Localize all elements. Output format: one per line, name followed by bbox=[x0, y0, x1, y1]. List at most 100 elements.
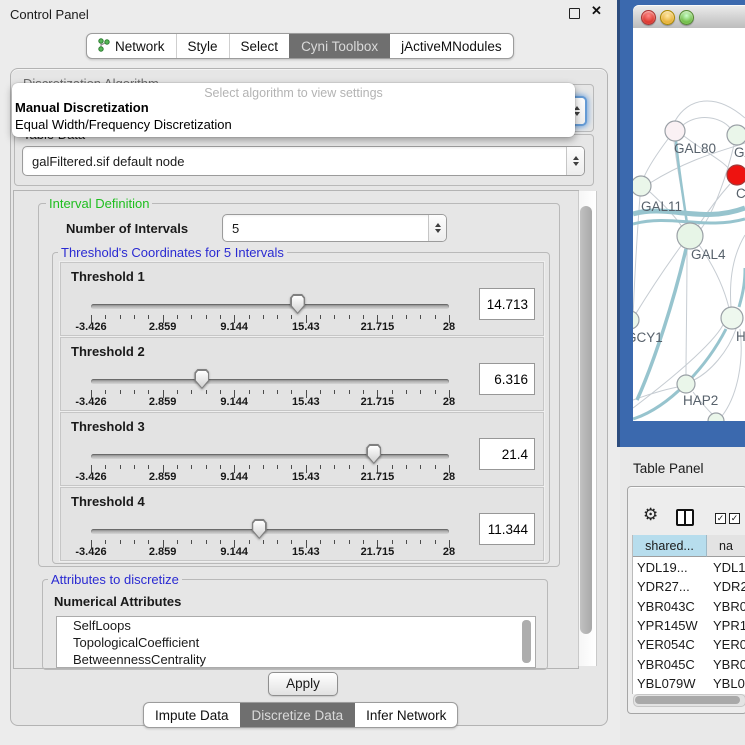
table-horizontal-scrollbar-thumb[interactable] bbox=[635, 696, 740, 704]
algorithm-option[interactable]: Equal Width/Frequency Discretization bbox=[15, 117, 232, 132]
vertical-scrollbar-thumb[interactable] bbox=[580, 206, 592, 634]
network-node-hap2[interactable] bbox=[677, 375, 695, 393]
float-window-icon[interactable] bbox=[569, 8, 580, 19]
threshold-value-input[interactable] bbox=[479, 288, 535, 320]
minor-tick bbox=[435, 540, 436, 544]
threshold-slider-thumb[interactable] bbox=[194, 369, 209, 389]
number-of-intervals-combobox[interactable]: 5 bbox=[222, 214, 447, 242]
table-cell[interactable]: YBR0 bbox=[713, 597, 745, 616]
network-node-label: H bbox=[736, 329, 745, 344]
table-data-combobox[interactable]: galFiltered.sif default node bbox=[22, 146, 585, 176]
network-node-gal80[interactable] bbox=[665, 121, 685, 141]
attribute-list-item[interactable]: TopologicalCoefficient bbox=[57, 634, 535, 651]
table-columns-icon[interactable] bbox=[676, 509, 694, 526]
tick-label: 15.43 bbox=[276, 321, 336, 333]
combobox-stepper-icon[interactable] bbox=[566, 147, 584, 175]
attribute-list-item[interactable]: SelfLoops bbox=[57, 617, 535, 634]
minor-tick bbox=[334, 540, 335, 544]
table-data-combobox-value: galFiltered.sif default node bbox=[23, 154, 566, 169]
table-cell[interactable]: YER0 bbox=[713, 635, 745, 654]
minor-tick bbox=[349, 540, 350, 544]
algorithm-option[interactable]: Manual Discretization bbox=[15, 100, 149, 115]
threshold-slider-track[interactable] bbox=[91, 379, 449, 384]
network-node-label: GAL11 bbox=[641, 199, 682, 214]
network-icon bbox=[98, 38, 110, 55]
threshold-value-input[interactable] bbox=[479, 363, 535, 395]
table-cell[interactable]: YPR1 bbox=[713, 616, 745, 635]
minor-tick bbox=[191, 465, 192, 469]
attribute-list-item[interactable]: BetweennessCentrality bbox=[57, 651, 535, 668]
threshold-slider-track[interactable] bbox=[91, 454, 449, 459]
table-cell[interactable]: YBR0 bbox=[713, 655, 745, 674]
minor-tick bbox=[206, 465, 207, 469]
network-node[interactable] bbox=[708, 413, 724, 421]
threshold-slider-track[interactable] bbox=[91, 529, 449, 534]
network-view-canvas[interactable]: GAL80GACGAL11GAL4GCY1HHAP2 bbox=[633, 28, 745, 421]
table-cell[interactable]: YBR045C bbox=[637, 655, 707, 674]
minor-tick bbox=[148, 315, 149, 319]
checkbox-icon[interactable]: ✓ bbox=[729, 513, 740, 524]
minimize-traffic-light-icon[interactable] bbox=[660, 10, 675, 25]
minor-tick bbox=[134, 390, 135, 394]
network-node-h[interactable] bbox=[721, 307, 743, 329]
table-cell[interactable]: YBL0 bbox=[713, 674, 745, 693]
network-node-gal11[interactable] bbox=[633, 176, 651, 196]
apply-button[interactable]: Apply bbox=[268, 672, 338, 696]
minor-tick bbox=[220, 315, 221, 319]
minor-tick bbox=[363, 465, 364, 469]
node-attribute-table[interactable]: shared...naYDL19... YDL1 YDR27... YDR2 YBR04… bbox=[632, 535, 745, 694]
table-cell[interactable]: YPR145W bbox=[637, 616, 707, 635]
tab-label: Discretize Data bbox=[252, 708, 344, 723]
tab-jactivemnodules[interactable]: jActiveMNodules bbox=[389, 34, 513, 58]
network-window-titlebar[interactable] bbox=[633, 5, 745, 29]
gear-icon[interactable]: ⚙ bbox=[643, 505, 658, 525]
minor-tick bbox=[291, 540, 292, 544]
network-node-gcy1[interactable] bbox=[633, 311, 639, 329]
tab-impute-data[interactable]: Impute Data bbox=[144, 703, 240, 727]
minor-tick bbox=[349, 315, 350, 319]
tab-style[interactable]: Style bbox=[176, 34, 229, 58]
minor-tick bbox=[120, 540, 121, 544]
table-cell[interactable]: YER054C bbox=[637, 635, 707, 654]
table-header-shared-name[interactable]: shared... bbox=[633, 535, 707, 557]
minor-tick bbox=[105, 315, 106, 319]
attributes-list-scrollbar-thumb[interactable] bbox=[522, 620, 531, 663]
minor-tick bbox=[435, 315, 436, 319]
threshold-value-input[interactable] bbox=[479, 438, 535, 470]
zoom-traffic-light-icon[interactable] bbox=[679, 10, 694, 25]
tab-infer-network[interactable]: Infer Network bbox=[354, 703, 457, 727]
threshold-slider-thumb[interactable] bbox=[290, 294, 305, 314]
minor-tick bbox=[148, 390, 149, 394]
tab-cyni-toolbox[interactable]: Cyni Toolbox bbox=[289, 34, 389, 58]
table-cell[interactable]: YDL1 bbox=[713, 558, 745, 577]
network-node-gal4[interactable] bbox=[677, 223, 703, 249]
checkbox-icon[interactable]: ✓ bbox=[715, 513, 726, 524]
tab-label: Select bbox=[241, 39, 279, 54]
threshold-slider-thumb[interactable] bbox=[252, 519, 267, 539]
close-traffic-light-icon[interactable] bbox=[641, 10, 656, 25]
minor-tick bbox=[105, 540, 106, 544]
table-cell[interactable]: YBR043C bbox=[637, 597, 707, 616]
combobox-stepper-icon[interactable] bbox=[428, 215, 446, 241]
minor-tick bbox=[206, 390, 207, 394]
threshold-value-input[interactable] bbox=[479, 513, 535, 545]
table-cell[interactable]: YDR27... bbox=[637, 577, 707, 596]
number-of-intervals-value: 5 bbox=[223, 221, 428, 236]
table-cell[interactable]: YDL19... bbox=[637, 558, 707, 577]
threshold-slider-thumb[interactable] bbox=[366, 444, 381, 464]
table-cell[interactable]: YBL079W bbox=[637, 674, 707, 693]
close-icon[interactable]: ✕ bbox=[591, 3, 602, 19]
numerical-attributes-list[interactable]: SelfLoopsTopologicalCoefficientBetweenne… bbox=[56, 616, 536, 668]
tab-network[interactable]: Network bbox=[87, 34, 176, 58]
threshold-panel: Threshold 2-3.4262.8599.14415.4321.71528 bbox=[60, 337, 544, 411]
minor-tick bbox=[334, 465, 335, 469]
tab-select[interactable]: Select bbox=[229, 34, 290, 58]
network-node-c[interactable] bbox=[727, 165, 745, 185]
threshold-slider-track[interactable] bbox=[91, 304, 449, 309]
network-node-ga[interactable] bbox=[727, 125, 745, 145]
table-cell[interactable]: YDR2 bbox=[713, 577, 745, 596]
minor-tick bbox=[363, 390, 364, 394]
table-header-name[interactable]: na bbox=[707, 535, 745, 557]
minor-tick bbox=[420, 540, 421, 544]
tab-discretize-data[interactable]: Discretize Data bbox=[240, 703, 355, 727]
